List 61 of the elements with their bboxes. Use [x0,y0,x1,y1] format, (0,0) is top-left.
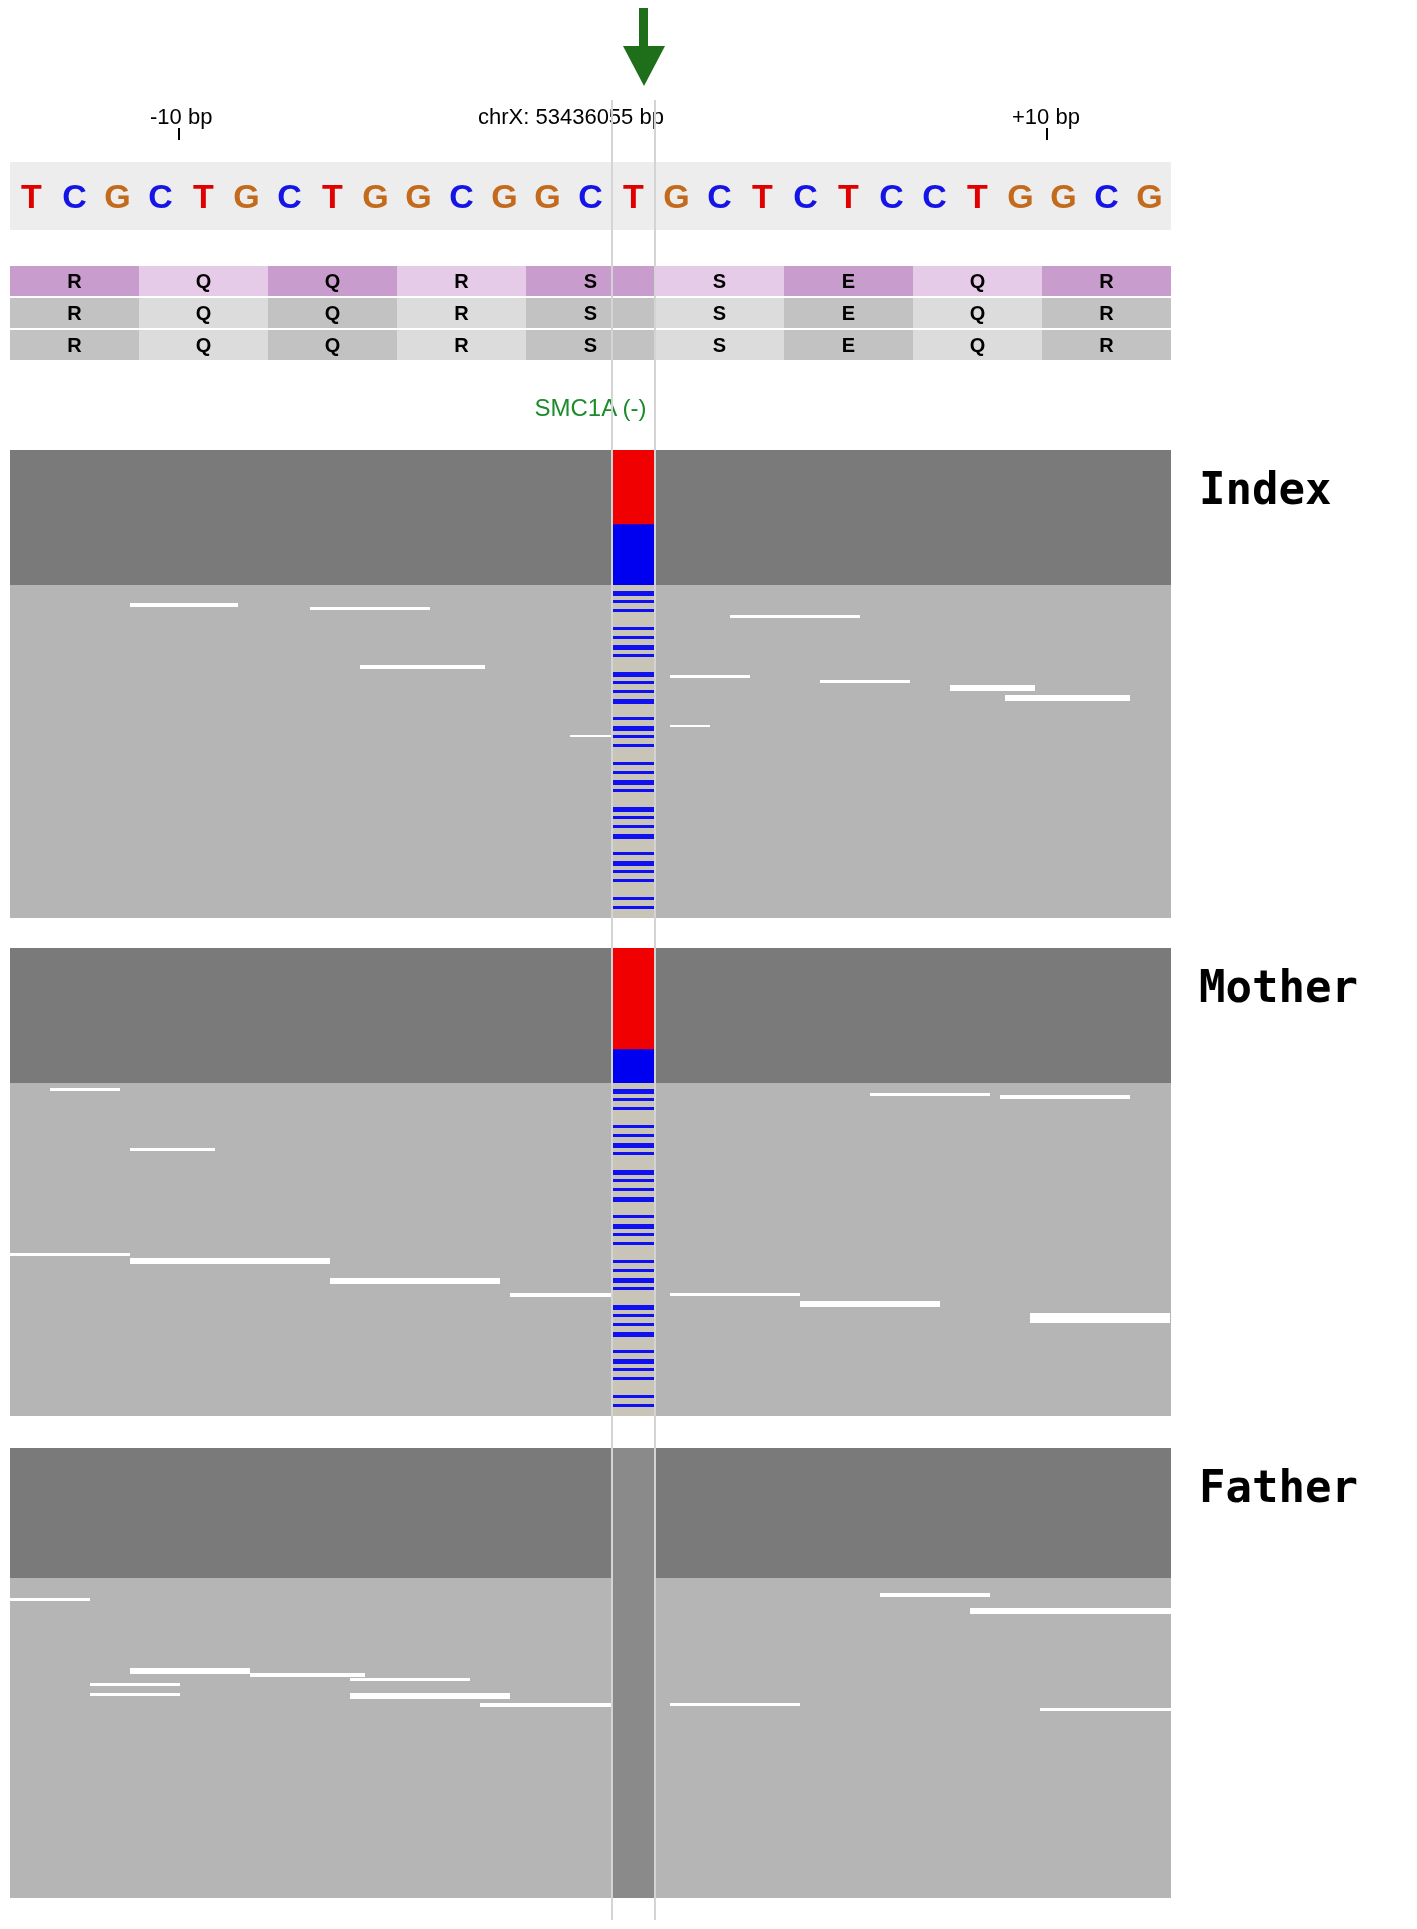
amino-acid: R [10,298,139,328]
amino-acid: R [397,298,526,328]
base-letter: C [706,175,733,217]
base-letter: T [966,175,989,217]
amino-acid: R [397,266,526,296]
base-letter: C [61,175,88,217]
base-letter: G [404,175,433,217]
amino-acid: Q [139,266,268,296]
base-letter: C [921,175,948,217]
base-letter: G [490,175,519,217]
amino-acid: E [784,298,913,328]
amino-acid: E [784,266,913,296]
amino-acid: Q [913,298,1042,328]
base-letter: T [751,175,774,217]
base-letter: C [147,175,174,217]
amino-acid: R [397,330,526,360]
base-letter: G [1006,175,1035,217]
amino-acid: S [526,266,655,296]
amino-acid: S [655,330,784,360]
base-letter: G [662,175,691,217]
amino-acid: S [526,330,655,360]
amino-acid: Q [139,330,268,360]
tick-label: -10 bp [150,103,213,131]
base-letter: G [232,175,261,217]
base-letter: T [192,175,215,217]
base-letter: G [1049,175,1078,217]
gene-label: SMC1A (-) [534,393,647,420]
base-letter: G [361,175,390,217]
base-letter: C [577,175,604,217]
amino-acid: R [1042,266,1171,296]
base-letter: T [20,175,43,217]
down-arrow-icon [623,8,665,86]
base-letter: T [837,175,860,217]
base-letter: C [878,175,905,217]
sample-label: Mother [1199,960,1358,1014]
base-letter: C [448,175,475,217]
amino-acid: Q [268,298,397,328]
amino-acid: S [526,298,655,328]
base-letter: G [103,175,132,217]
amino-acid: S [655,266,784,296]
base-letter: C [792,175,819,217]
sample-label: Index [1199,462,1332,516]
amino-acid: E [784,330,913,360]
base-letter: C [276,175,303,217]
amino-acid: Q [268,330,397,360]
amino-acid: R [1042,330,1171,360]
amino-acid: R [10,330,139,360]
tick-label: +10 bp [1012,103,1080,131]
amino-acid: S [655,298,784,328]
amino-acid: R [1042,298,1171,328]
amino-acid: Q [139,298,268,328]
base-letter: T [321,175,344,217]
amino-acid: Q [268,266,397,296]
amino-acid: Q [913,330,1042,360]
sample-label: Father [1199,1460,1358,1514]
base-letter: G [533,175,562,217]
base-letter: T [622,175,645,217]
base-letter: G [1135,175,1164,217]
amino-acid: R [10,266,139,296]
amino-acid: Q [913,266,1042,296]
base-letter: C [1093,175,1120,217]
